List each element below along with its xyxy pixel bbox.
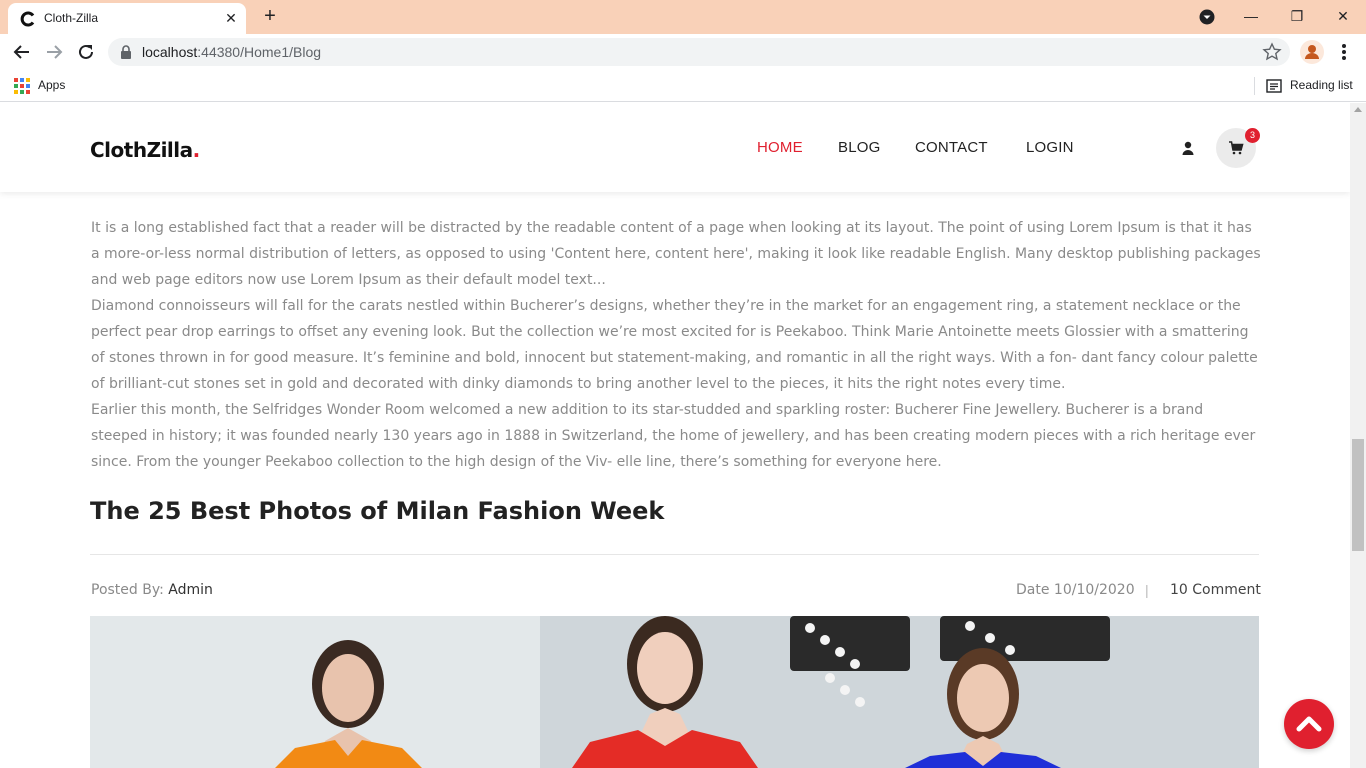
lock-icon	[121, 45, 131, 59]
article-paragraph: Diamond connoisseurs will fall for the c…	[91, 298, 1258, 392]
nav-home[interactable]: HOME	[757, 139, 803, 156]
bookmark-star-icon[interactable]	[1262, 42, 1282, 62]
site-favicon-icon	[20, 11, 35, 27]
scroll-up-arrow-icon[interactable]	[1354, 107, 1362, 112]
cart-button[interactable]: 3	[1216, 128, 1260, 168]
url-text: localhost:44380/Home1/Blog	[142, 44, 322, 60]
tab-search-icon[interactable]	[1198, 8, 1216, 26]
nav-contact[interactable]: CONTACT	[915, 139, 988, 156]
scroll-to-top-button[interactable]	[1284, 699, 1334, 749]
forward-icon[interactable]	[42, 40, 66, 64]
title-divider	[90, 554, 1259, 555]
site-logo[interactable]: ClothZilla.	[90, 138, 200, 162]
tab-title: Cloth-Zilla	[44, 11, 99, 25]
scrollbar-thumb[interactable]	[1352, 439, 1364, 551]
site-header: ClothZilla. HOME BLOG CONTACT LOGIN 3	[0, 103, 1350, 192]
reading-list-button[interactable]: Reading list	[1290, 78, 1353, 92]
chevron-up-icon	[1296, 716, 1322, 732]
user-icon[interactable]	[1180, 140, 1196, 156]
address-bar[interactable]: localhost:44380/Home1/Blog	[108, 38, 1290, 66]
minimize-icon[interactable]: —	[1236, 4, 1266, 28]
cart-icon	[1229, 141, 1244, 155]
fashion-models-illustration	[90, 616, 1259, 768]
bookmarks-divider	[1254, 77, 1255, 95]
article-paragraph: Earlier this month, the Selfridges Wonde…	[91, 402, 1256, 470]
meta-separator: |	[1145, 582, 1149, 598]
close-tab-icon[interactable]: ✕	[222, 9, 240, 27]
close-window-icon[interactable]: ✕	[1328, 4, 1358, 28]
browser-menu-icon[interactable]	[1334, 40, 1354, 64]
reading-list-icon[interactable]	[1266, 78, 1282, 94]
post-title[interactable]: The 25 Best Photos of Milan Fashion Week	[90, 497, 664, 525]
new-tab-icon[interactable]: +	[260, 6, 280, 26]
bookmarks-bar: Apps Reading list	[0, 70, 1366, 102]
author-link[interactable]: Admin	[168, 582, 213, 598]
profile-avatar[interactable]	[1300, 40, 1324, 64]
page-scrollbar[interactable]	[1350, 103, 1366, 768]
restore-icon[interactable]: ❐	[1282, 4, 1312, 28]
reload-icon[interactable]	[74, 40, 98, 64]
apps-bookmark[interactable]: Apps	[38, 78, 65, 92]
cart-count-badge: 3	[1245, 128, 1260, 143]
page-viewport: ClothZilla. HOME BLOG CONTACT LOGIN 3 It…	[0, 103, 1350, 768]
nav-login[interactable]: LOGIN	[1026, 139, 1074, 156]
post-author: Posted By: Admin	[91, 582, 213, 598]
post-comments[interactable]: 10 Comment	[1170, 582, 1261, 598]
back-icon[interactable]	[10, 40, 34, 64]
browser-tab-bar: Cloth-Zilla ✕ + — ❐ ✕	[0, 0, 1366, 34]
browser-tab[interactable]: Cloth-Zilla ✕	[8, 3, 246, 34]
browser-toolbar: localhost:44380/Home1/Blog	[0, 34, 1366, 70]
nav-blog[interactable]: BLOG	[838, 139, 880, 156]
apps-grid-icon[interactable]	[14, 78, 30, 94]
post-date: Date 10/10/2020	[1016, 582, 1135, 598]
article-paragraph: It is a long established fact that a rea…	[91, 220, 1261, 288]
profile-icon	[1305, 45, 1319, 59]
post-hero-image[interactable]	[90, 616, 1259, 768]
